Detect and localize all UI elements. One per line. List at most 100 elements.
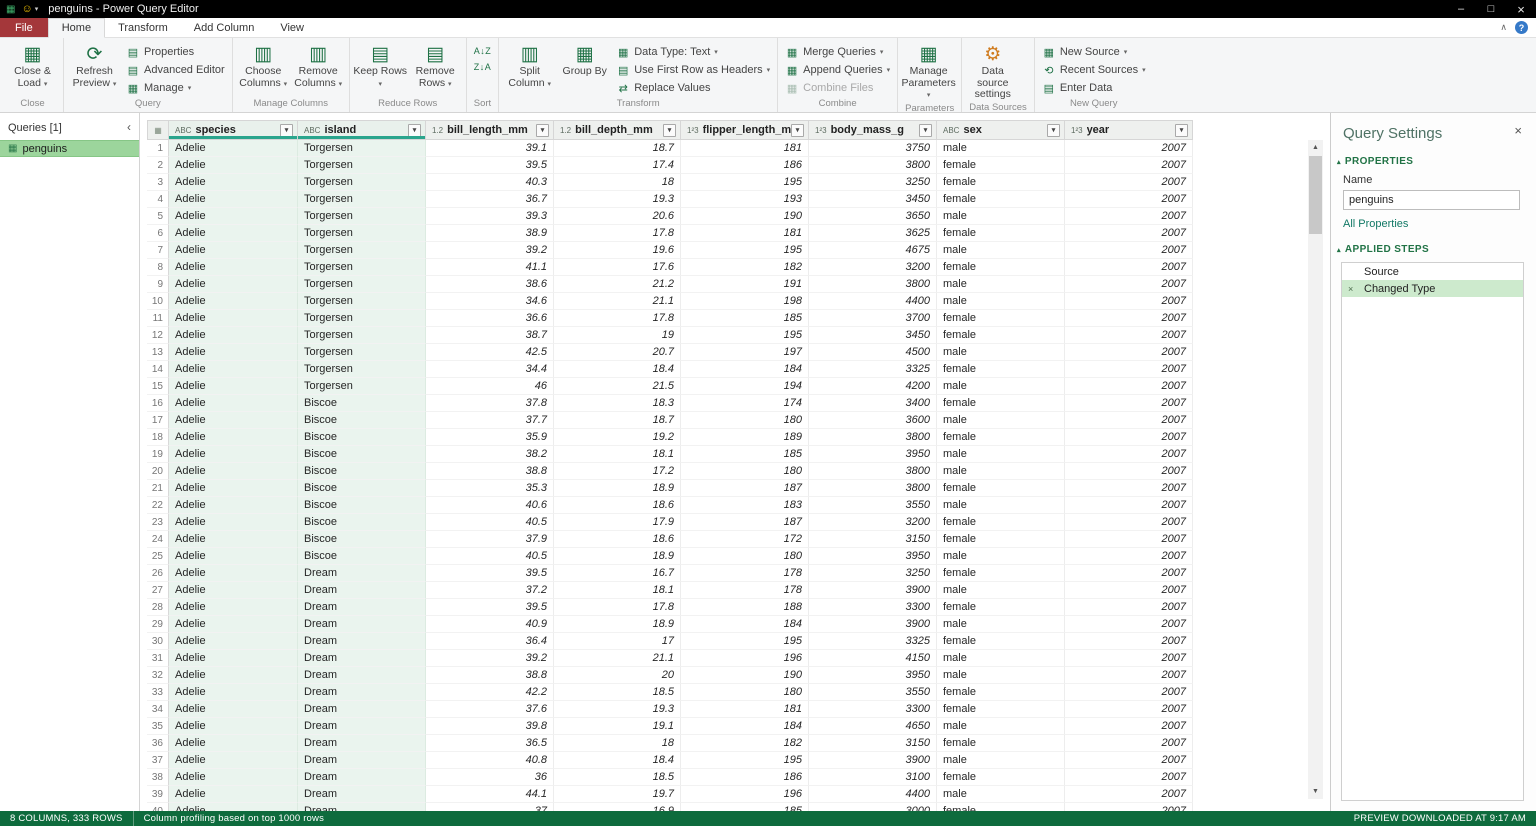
cell-year[interactable]: 2007 [1065, 242, 1193, 259]
cell-sex[interactable]: male [937, 446, 1065, 463]
cell-bill-length-mm[interactable]: 36.7 [426, 191, 554, 208]
remove-columns-button[interactable]: ▥ Remove Columns ▾ [291, 40, 346, 90]
cell-body-mass-g[interactable]: 3000 [809, 803, 937, 811]
tab-file[interactable]: File [0, 18, 48, 37]
cell-bill-depth-mm[interactable]: 20.6 [554, 208, 681, 225]
cell-flipper-length-mm[interactable]: 193 [681, 191, 809, 208]
cell-bill-depth-mm[interactable]: 18.9 [554, 480, 681, 497]
collapse-ribbon-icon[interactable]: ∧ [1500, 22, 1507, 33]
cell-bill-depth-mm[interactable]: 21.1 [554, 293, 681, 310]
cell-island[interactable]: Biscoe [298, 480, 426, 497]
cell-island[interactable]: Biscoe [298, 412, 426, 429]
cell-body-mass-g[interactable]: 4150 [809, 650, 937, 667]
row-number[interactable]: 1 [147, 140, 169, 157]
cell-bill-depth-mm[interactable]: 18.1 [554, 582, 681, 599]
cell-body-mass-g[interactable]: 3550 [809, 684, 937, 701]
cell-bill-length-mm[interactable]: 39.8 [426, 718, 554, 735]
query-name-input[interactable] [1343, 190, 1520, 210]
cell-bill-depth-mm[interactable]: 19.1 [554, 718, 681, 735]
cell-species[interactable]: Adelie [169, 327, 298, 344]
row-number[interactable]: 27 [147, 582, 169, 599]
cell-year[interactable]: 2007 [1065, 531, 1193, 548]
tab-add-column[interactable]: Add Column [181, 18, 268, 37]
cell-sex[interactable]: male [937, 463, 1065, 480]
cell-body-mass-g[interactable]: 3650 [809, 208, 937, 225]
cell-body-mass-g[interactable]: 3200 [809, 514, 937, 531]
cell-sex[interactable]: male [937, 497, 1065, 514]
cell-bill-length-mm[interactable]: 35.3 [426, 480, 554, 497]
cell-flipper-length-mm[interactable]: 185 [681, 310, 809, 327]
cell-bill-length-mm[interactable]: 40.5 [426, 514, 554, 531]
cell-flipper-length-mm[interactable]: 188 [681, 599, 809, 616]
cell-year[interactable]: 2007 [1065, 446, 1193, 463]
cell-island[interactable]: Biscoe [298, 446, 426, 463]
cell-bill-depth-mm[interactable]: 20.7 [554, 344, 681, 361]
row-number[interactable]: 13 [147, 344, 169, 361]
delete-step-icon[interactable]: × [1348, 284, 1353, 294]
row-number[interactable]: 3 [147, 174, 169, 191]
filter-dropdown-button[interactable]: ▾ [536, 124, 549, 137]
cell-body-mass-g[interactable]: 3750 [809, 140, 937, 157]
cell-sex[interactable]: female [937, 803, 1065, 811]
cell-bill-depth-mm[interactable]: 18.3 [554, 395, 681, 412]
row-number[interactable]: 23 [147, 514, 169, 531]
cell-species[interactable]: Adelie [169, 344, 298, 361]
manage-button[interactable]: ▦ Manage ▾ [122, 79, 229, 97]
cell-year[interactable]: 2007 [1065, 803, 1193, 811]
properties-button[interactable]: ▤ Properties [122, 43, 229, 61]
split-column-button[interactable]: ▥ Split Column ▾ [502, 40, 557, 90]
sort-descending-button[interactable]: Z↓A [470, 59, 496, 75]
append-queries-button[interactable]: ▦ Append Queries ▾ [781, 61, 894, 79]
cell-species[interactable]: Adelie [169, 140, 298, 157]
close-settings-icon[interactable]: × [1514, 123, 1522, 138]
cell-species[interactable]: Adelie [169, 310, 298, 327]
replace-values-button[interactable]: ⇄ Replace Values [612, 79, 774, 97]
cell-species[interactable]: Adelie [169, 531, 298, 548]
cell-species[interactable]: Adelie [169, 514, 298, 531]
refresh-preview-button[interactable]: ⟳ Refresh Preview ▾ [67, 40, 122, 90]
column-header-year[interactable]: 1²3 year ▾ [1065, 120, 1193, 140]
cell-year[interactable]: 2007 [1065, 633, 1193, 650]
cell-bill-depth-mm[interactable]: 18.9 [554, 548, 681, 565]
cell-flipper-length-mm[interactable]: 185 [681, 803, 809, 811]
cell-bill-length-mm[interactable]: 39.3 [426, 208, 554, 225]
row-number[interactable]: 8 [147, 259, 169, 276]
cell-bill-depth-mm[interactable]: 19.2 [554, 429, 681, 446]
cell-island[interactable]: Dream [298, 565, 426, 582]
cell-sex[interactable]: male [937, 344, 1065, 361]
cell-island[interactable]: Biscoe [298, 514, 426, 531]
cell-year[interactable]: 2007 [1065, 429, 1193, 446]
cell-sex[interactable]: female [937, 310, 1065, 327]
row-number[interactable]: 37 [147, 752, 169, 769]
cell-body-mass-g[interactable]: 3800 [809, 276, 937, 293]
cell-island[interactable]: Torgersen [298, 174, 426, 191]
cell-species[interactable]: Adelie [169, 174, 298, 191]
cell-species[interactable]: Adelie [169, 429, 298, 446]
cell-flipper-length-mm[interactable]: 174 [681, 395, 809, 412]
cell-body-mass-g[interactable]: 4400 [809, 786, 937, 803]
cell-sex[interactable]: male [937, 667, 1065, 684]
cell-flipper-length-mm[interactable]: 178 [681, 565, 809, 582]
cell-bill-depth-mm[interactable]: 17.6 [554, 259, 681, 276]
row-number[interactable]: 40 [147, 803, 169, 811]
cell-body-mass-g[interactable]: 3300 [809, 701, 937, 718]
filter-dropdown-button[interactable]: ▾ [1175, 124, 1188, 137]
cell-year[interactable]: 2007 [1065, 208, 1193, 225]
cell-species[interactable]: Adelie [169, 497, 298, 514]
cell-species[interactable]: Adelie [169, 786, 298, 803]
cell-species[interactable]: Adelie [169, 480, 298, 497]
cell-sex[interactable]: female [937, 599, 1065, 616]
cell-bill-depth-mm[interactable]: 16.7 [554, 565, 681, 582]
cell-flipper-length-mm[interactable]: 172 [681, 531, 809, 548]
text-type-icon[interactable]: ABC [304, 126, 320, 135]
cell-flipper-length-mm[interactable]: 181 [681, 225, 809, 242]
cell-island[interactable]: Torgersen [298, 225, 426, 242]
minimize-button[interactable]: – [1446, 0, 1476, 18]
cell-bill-length-mm[interactable]: 39.5 [426, 599, 554, 616]
scrollbar-thumb[interactable] [1309, 156, 1322, 234]
cell-bill-depth-mm[interactable]: 17.2 [554, 463, 681, 480]
filter-dropdown-button[interactable]: ▾ [663, 124, 676, 137]
cell-species[interactable]: Adelie [169, 667, 298, 684]
cell-island[interactable]: Torgersen [298, 208, 426, 225]
row-number[interactable]: 20 [147, 463, 169, 480]
